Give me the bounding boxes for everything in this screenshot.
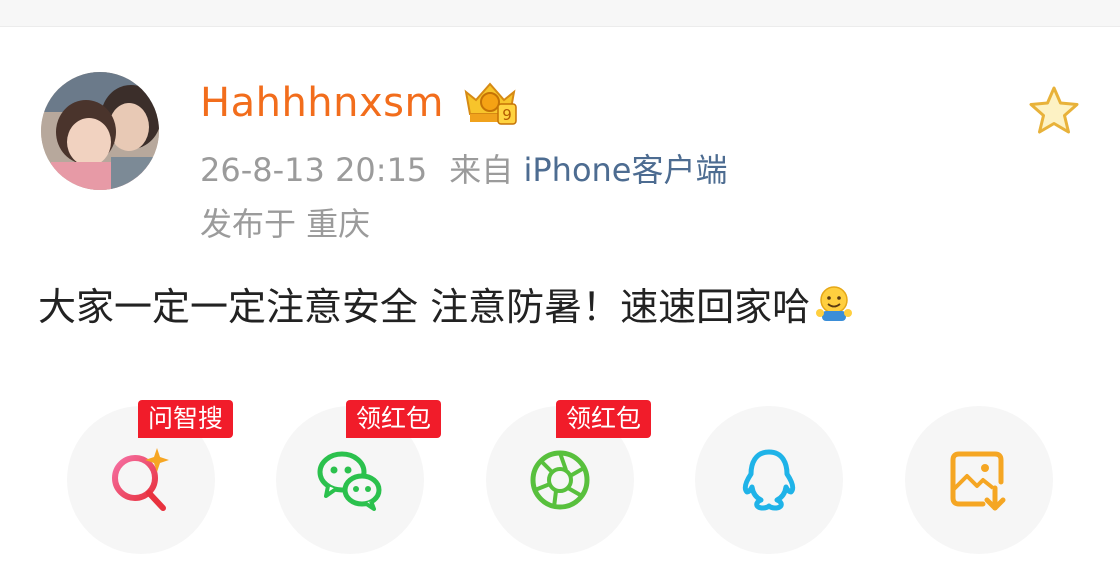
qq-icon (742, 449, 796, 511)
wechat-icon (317, 451, 382, 511)
post-source-link[interactable]: iPhone客户端 (523, 151, 727, 189)
favorite-star-icon[interactable] (1027, 84, 1081, 138)
hug-emoji-icon (816, 286, 853, 321)
avatar-photo-icon (41, 72, 159, 190)
post-location: 发布于 重庆 (200, 205, 371, 243)
svg-text:9: 9 (502, 106, 512, 124)
source-prefix: 来自 (449, 151, 514, 189)
avatar[interactable] (41, 72, 159, 190)
post-timestamp: 26-8-13 20:15 (200, 151, 428, 189)
save-image-button[interactable] (905, 406, 1053, 554)
moments-icon (530, 450, 590, 510)
save-image-icon (950, 451, 1006, 511)
share-tag-ai-search: 问智搜 (138, 400, 234, 438)
username[interactable]: Hahhhnxsm (200, 78, 444, 128)
post-meta: 26-8-13 20:15 来自 iPhone客户端 (200, 146, 728, 194)
vip-crown-badge-icon: 9 (464, 82, 517, 125)
share-tag-moments: 领红包 (556, 400, 652, 438)
ai-search-icon (112, 448, 169, 511)
share-tag-wechat: 领红包 (346, 400, 442, 438)
post-text: 大家一定一定注意安全 注意防暑！速速回家哈 (38, 280, 856, 334)
qq-share-button[interactable] (695, 406, 843, 554)
top-divider (0, 0, 1120, 27)
post-body: 大家一定一定注意安全 注意防暑！速速回家哈 (38, 285, 811, 329)
